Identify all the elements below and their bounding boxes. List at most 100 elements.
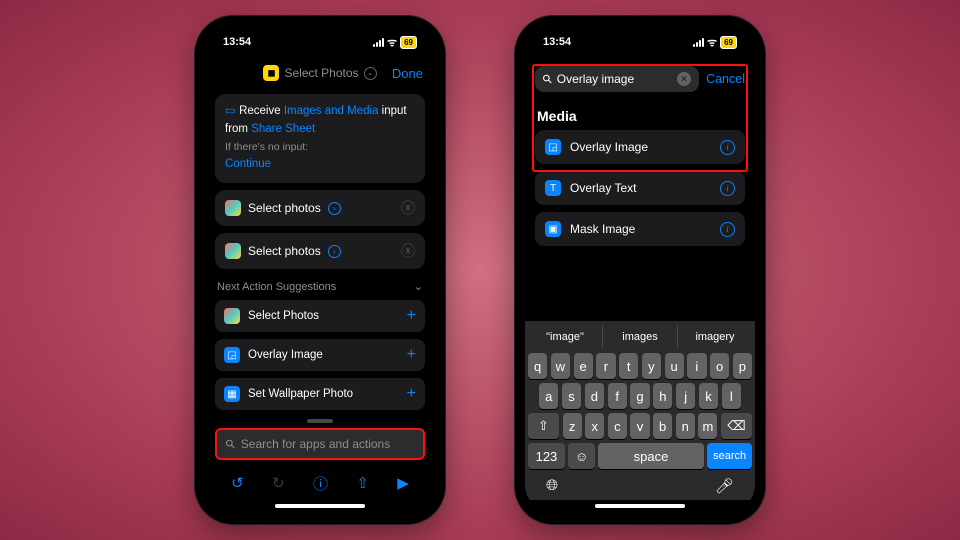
key-x[interactable]: x	[585, 413, 604, 439]
phone-right: 13:54 ᯤ 69 ⚲ Overlay image ✕ Cancel Medi…	[515, 16, 765, 524]
key-v[interactable]: v	[630, 413, 649, 439]
suggestion-select-photos[interactable]: Select Photos +	[215, 300, 425, 332]
key-d[interactable]: d	[585, 383, 604, 409]
receive-card[interactable]: ▭ Receive Images and Media input from Sh…	[215, 94, 425, 183]
key-y[interactable]: y	[642, 353, 661, 379]
action-select-photos-1[interactable]: Select photos › ⓧ	[215, 190, 425, 226]
info-button[interactable]: ⓘ	[313, 473, 328, 494]
no-input-action[interactable]: Continue	[225, 158, 271, 170]
result-overlay-image[interactable]: ◲ Overlay Image i	[535, 130, 745, 164]
key-e[interactable]: e	[574, 353, 593, 379]
chevron-down-icon[interactable]: ⌄	[364, 67, 377, 80]
key-g[interactable]: g	[630, 383, 649, 409]
overlay-text-icon: T	[545, 180, 561, 196]
emoji-key[interactable]: ☺	[568, 443, 594, 469]
signal-icon	[373, 38, 384, 47]
play-button[interactable]: ▶	[397, 474, 409, 492]
info-icon[interactable]: i	[720, 222, 735, 237]
key-p[interactable]: p	[733, 353, 752, 379]
receive-types[interactable]: Images and Media	[284, 105, 379, 117]
search-icon: ⚲	[539, 71, 555, 87]
key-m[interactable]: m	[698, 413, 717, 439]
mic-key[interactable]: 🎤︎	[715, 477, 734, 495]
action-select-photos-2[interactable]: Select photos › ⓧ	[215, 233, 425, 269]
done-button[interactable]: Done	[392, 66, 423, 81]
key-f[interactable]: f	[608, 383, 627, 409]
shortcut-icon: ◼	[263, 65, 279, 81]
keyboard[interactable]: "image" images imagery qwertyuiop asdfgh…	[525, 321, 755, 500]
add-icon[interactable]: +	[407, 385, 416, 403]
chevron-right-icon[interactable]: ›	[328, 245, 341, 258]
numbers-key[interactable]: 123	[528, 443, 565, 469]
key-t[interactable]: t	[619, 353, 638, 379]
notch	[273, 16, 368, 38]
space-key[interactable]: space	[598, 443, 703, 469]
clear-icon[interactable]: ⓧ	[401, 241, 415, 261]
status-time: 13:54	[223, 36, 251, 48]
chevron-right-icon[interactable]: ›	[328, 202, 341, 215]
home-indicator[interactable]	[275, 504, 365, 508]
wifi-icon: ᯤ	[387, 35, 397, 50]
toolbar: ↺ ↻ ⓘ ⇧ ▶	[205, 466, 435, 500]
key-u[interactable]: u	[665, 353, 684, 379]
photos-icon	[224, 308, 240, 324]
overlay-image-icon: ◲	[545, 139, 561, 155]
key-r[interactable]: r	[596, 353, 615, 379]
result-overlay-text[interactable]: T Overlay Text i	[535, 171, 745, 205]
key-a[interactable]: a	[539, 383, 558, 409]
key-n[interactable]: n	[676, 413, 695, 439]
key-w[interactable]: w	[551, 353, 570, 379]
shift-key[interactable]: ⇧	[528, 413, 559, 439]
key-o[interactable]: o	[710, 353, 729, 379]
key-j[interactable]: j	[676, 383, 695, 409]
cancel-button[interactable]: Cancel	[706, 72, 745, 86]
battery-icon: 69	[400, 36, 417, 49]
clear-icon[interactable]: ✕	[677, 72, 691, 86]
key-k[interactable]: k	[699, 383, 718, 409]
share-button[interactable]: ⇧	[356, 474, 369, 492]
nav-title: Select Photos	[284, 66, 358, 80]
redo-button: ↻	[272, 474, 285, 492]
key-q[interactable]: q	[528, 353, 547, 379]
phone-left: 13:54 ᯤ 69 ◼ Select Photos ⌄ Done ▭ Rece…	[195, 16, 445, 524]
key-h[interactable]: h	[653, 383, 672, 409]
overlay-icon: ◲	[224, 347, 240, 363]
globe-key[interactable]: 🌐︎	[546, 477, 558, 495]
photos-icon	[225, 243, 241, 259]
result-mask-image[interactable]: ▣ Mask Image i	[535, 212, 745, 246]
battery-icon: 69	[720, 36, 737, 49]
wifi-icon: ᯤ	[707, 35, 717, 50]
photos-icon	[225, 200, 241, 216]
key-c[interactable]: c	[608, 413, 627, 439]
status-time: 13:54	[543, 36, 571, 48]
receive-source[interactable]: Share Sheet	[251, 123, 315, 135]
search-input[interactable]: ⚲ Search for apps and actions	[215, 428, 425, 460]
suggestion-overlay-image[interactable]: ◲ Overlay Image +	[215, 339, 425, 371]
search-key[interactable]: search	[707, 443, 752, 469]
suggestions-header: Next Action Suggestions	[217, 281, 336, 293]
clear-icon[interactable]: ⓧ	[401, 198, 415, 218]
info-icon[interactable]: i	[720, 181, 735, 196]
mask-image-icon: ▣	[545, 221, 561, 237]
backspace-key[interactable]: ⌫	[721, 413, 752, 439]
nav-bar: ◼ Select Photos ⌄ Done	[205, 58, 435, 88]
signal-icon	[693, 38, 704, 47]
keyboard-suggestions[interactable]: "image" images imagery	[528, 325, 752, 349]
key-s[interactable]: s	[562, 383, 581, 409]
key-b[interactable]: b	[653, 413, 672, 439]
search-icon: ⚲	[222, 436, 238, 452]
info-icon[interactable]: i	[720, 140, 735, 155]
key-i[interactable]: i	[687, 353, 706, 379]
notch	[593, 16, 688, 38]
grabber-icon[interactable]	[307, 419, 333, 423]
add-icon[interactable]: +	[407, 307, 416, 325]
key-z[interactable]: z	[563, 413, 582, 439]
search-input[interactable]: ⚲ Overlay image ✕	[535, 66, 699, 92]
chevron-down-icon[interactable]: ⌄	[414, 280, 423, 293]
category-header: Media	[535, 100, 745, 130]
undo-button[interactable]: ↺	[231, 474, 244, 492]
add-icon[interactable]: +	[407, 346, 416, 364]
suggestion-set-wallpaper[interactable]: ▦ Set Wallpaper Photo +	[215, 378, 425, 410]
home-indicator[interactable]	[595, 504, 685, 508]
key-l[interactable]: l	[722, 383, 741, 409]
